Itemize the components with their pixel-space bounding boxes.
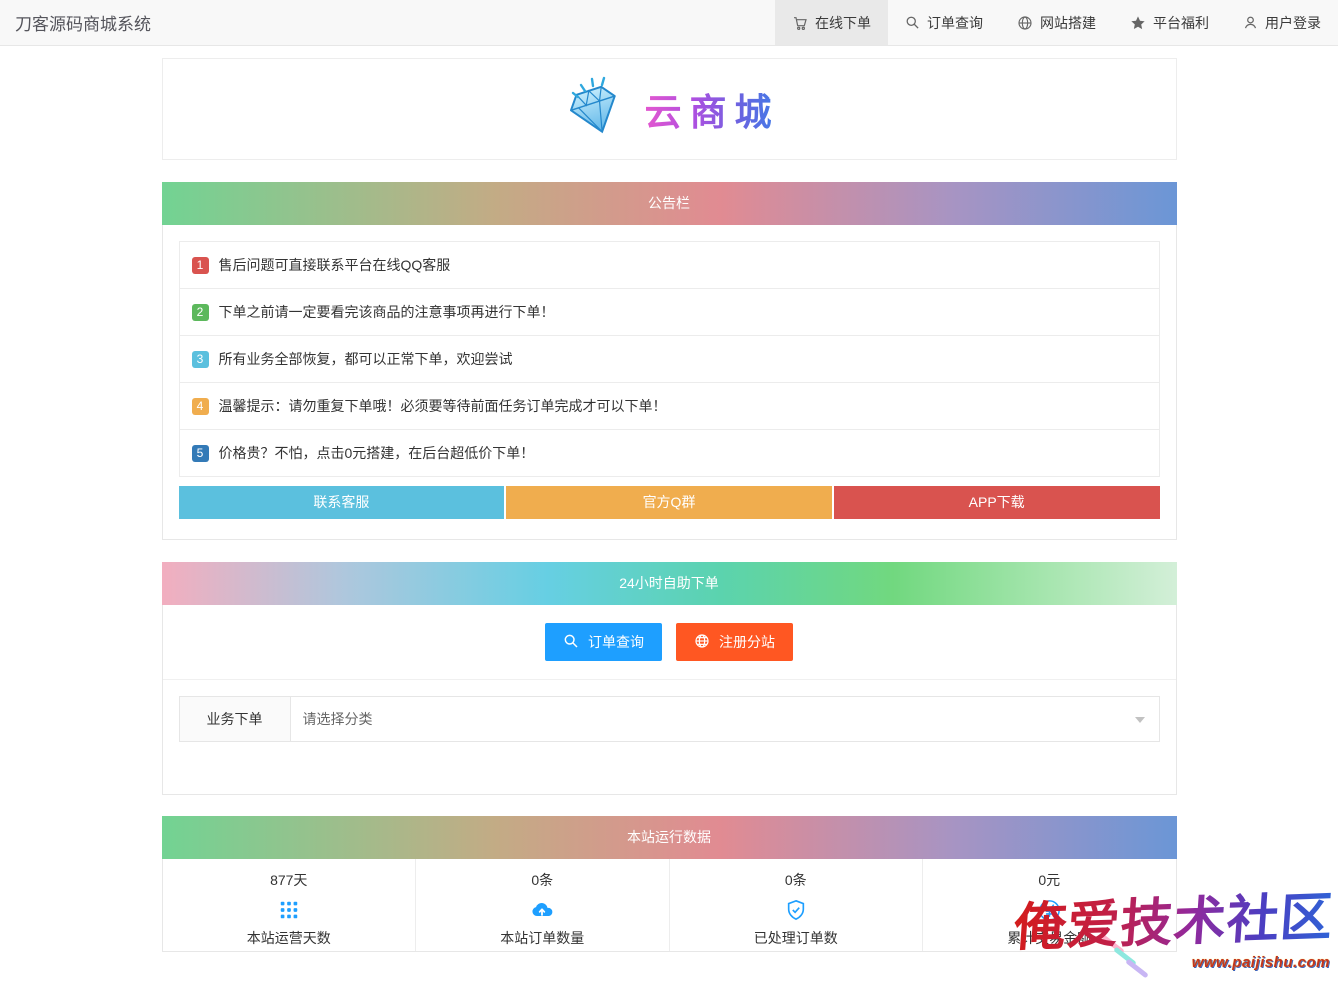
announcement-number-badge: 1 — [192, 257, 209, 274]
watermark-url: www.paijishu.com — [1192, 954, 1330, 971]
announcement-item: 4 温馨提示：请勿重复下单哦！必须要等待前面任务订单完成才可以下单！ — [179, 382, 1160, 430]
nav-item-user-login[interactable]: 用户登录 — [1226, 0, 1338, 45]
nav-menu: 在线下单 订单查询 网站搭建 平台福利 — [775, 0, 1338, 45]
register-substation-button[interactable]: 注册分站 — [676, 623, 793, 661]
site-logo-name: 云商城 — [645, 82, 780, 136]
announcement-number-badge: 2 — [192, 304, 209, 321]
announcement-item: 5 价格贵？不怕，点击0元搭建，在后台超低价下单！ — [179, 429, 1160, 477]
announcement-header: 公告栏 — [162, 182, 1177, 225]
select-placeholder: 请选择分类 — [303, 709, 373, 729]
nav-item-label: 平台福利 — [1153, 13, 1209, 33]
stat-order-count: 0条 本站订单数量 — [415, 859, 669, 951]
announcement-text: 售后问题可直接联系平台在线QQ客服 — [219, 255, 451, 275]
grid-icon — [163, 897, 416, 923]
cart-icon — [792, 15, 808, 31]
site-brand: 刀客源码商城系统 — [0, 0, 151, 45]
order-form-row: 业务下单 请选择分类 — [179, 696, 1160, 742]
search-icon — [563, 633, 579, 652]
stat-value: 877天 — [163, 870, 416, 890]
stat-label: 本站运营天数 — [163, 928, 416, 948]
announcement-text: 下单之前请一定要看完该商品的注意事项再进行下单！ — [219, 302, 555, 322]
stat-processed-orders: 0条 已处理订单数 — [669, 859, 923, 951]
announcement-item: 1 售后问题可直接联系平台在线QQ客服 — [179, 241, 1160, 289]
nav-item-order-query[interactable]: 订单查询 — [888, 0, 1000, 45]
nav-item-site-build[interactable]: 网站搭建 — [1000, 0, 1113, 45]
nav-item-label: 网站搭建 — [1040, 13, 1096, 33]
sparkle-icon — [1125, 959, 1149, 979]
site-stats-header: 本站运行数据 — [162, 816, 1177, 859]
nav-item-label: 订单查询 — [927, 13, 983, 33]
announcement-number-badge: 3 — [192, 351, 209, 368]
self-order-buttons: 订单查询 注册分站 — [163, 605, 1176, 680]
self-order-panel: 订单查询 注册分站 业务下单 请选择分类 — [162, 605, 1177, 795]
top-navbar: 刀客源码商城系统 在线下单 订单查询 网站搭建 — [0, 0, 1338, 46]
announcement-number-badge: 4 — [192, 398, 209, 415]
diamond-icon — [559, 73, 631, 146]
site-stats-panel: 877天 本站运营天数 0条 本站订单数量 0条 — [162, 859, 1177, 952]
announcement-number-badge: 5 — [192, 445, 209, 462]
category-select[interactable]: 请选择分类 — [291, 696, 1160, 742]
announcement-item: 2 下单之前请一定要看完该商品的注意事项再进行下单！ — [179, 288, 1160, 336]
stat-value: 0元 — [923, 870, 1176, 890]
business-order-label: 业务下单 — [179, 696, 291, 742]
button-label: 订单查询 — [588, 632, 644, 652]
button-label: 注册分站 — [719, 632, 775, 652]
logo-banner: 云商城 — [162, 58, 1177, 160]
nav-item-platform-benefits[interactable]: 平台福利 — [1113, 0, 1226, 45]
announcement-text: 价格贵？不怕，点击0元搭建，在后台超低价下单！ — [219, 443, 535, 463]
stat-running-days: 877天 本站运营天数 — [163, 859, 416, 951]
main-container: 云商城 公告栏 1 售后问题可直接联系平台在线QQ客服 2 下单之前请一定要看完… — [162, 58, 1177, 952]
globe-icon — [694, 633, 710, 652]
self-order-header: 24小时自助下单 — [162, 562, 1177, 605]
stat-label: 累计交易金额 — [923, 928, 1176, 948]
shield-check-icon — [670, 897, 923, 923]
yen-circle-icon — [923, 897, 1176, 923]
nav-item-label: 在线下单 — [815, 13, 871, 33]
announcement-text: 所有业务全部恢复，都可以正常下单，欢迎尝试 — [219, 349, 513, 369]
announcement-text: 温馨提示：请勿重复下单哦！必须要等待前面任务订单完成才可以下单！ — [219, 396, 667, 416]
chevron-down-icon — [1135, 717, 1145, 723]
nav-item-label: 用户登录 — [1265, 13, 1321, 33]
stat-total-amount: 0元 累计交易金额 — [922, 859, 1176, 951]
contact-support-button[interactable]: 联系客服 — [179, 486, 505, 519]
announcement-buttons: 联系客服 官方Q群 APP下载 — [179, 486, 1160, 519]
nav-item-online-order[interactable]: 在线下单 — [775, 0, 888, 45]
user-icon — [1243, 15, 1258, 30]
official-qq-group-button[interactable]: 官方Q群 — [506, 486, 832, 519]
search-icon — [905, 15, 920, 30]
globe-icon — [1017, 15, 1033, 31]
stat-label: 本站订单数量 — [416, 928, 669, 948]
announcement-panel: 1 售后问题可直接联系平台在线QQ客服 2 下单之前请一定要看完该商品的注意事项… — [162, 225, 1177, 540]
app-download-button[interactable]: APP下载 — [834, 486, 1160, 519]
cloud-icon — [416, 897, 669, 923]
order-query-button[interactable]: 订单查询 — [545, 623, 662, 661]
stat-value: 0条 — [416, 870, 669, 890]
stat-label: 已处理订单数 — [670, 928, 923, 948]
stat-value: 0条 — [670, 870, 923, 890]
announcement-item: 3 所有业务全部恢复，都可以正常下单，欢迎尝试 — [179, 335, 1160, 383]
star-icon — [1130, 15, 1146, 31]
